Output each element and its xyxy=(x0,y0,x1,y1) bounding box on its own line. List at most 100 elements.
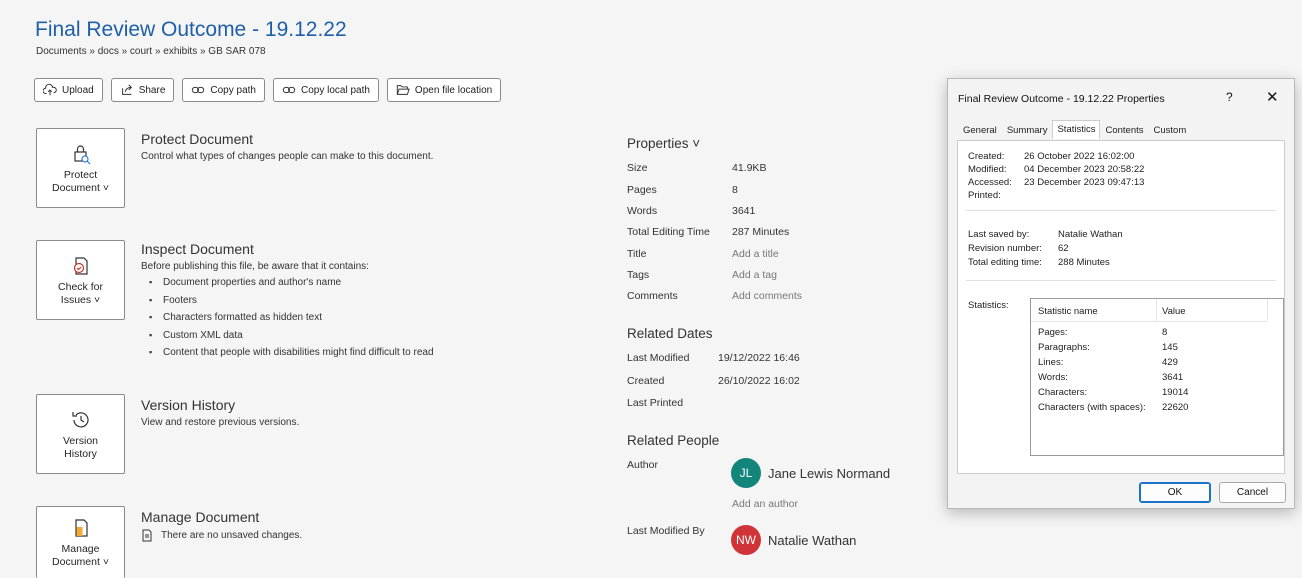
modifier-name[interactable]: Natalie Wathan xyxy=(768,533,856,548)
lock-document-icon xyxy=(73,144,90,164)
statistics-label: Statistics: xyxy=(968,300,1009,311)
manage-document-button[interactable]: Manage Document ˅ xyxy=(36,506,125,578)
stat-value: 145 xyxy=(1162,342,1178,353)
tile-label-line2: Issues ˅ xyxy=(60,293,101,306)
accessed-value: 23 December 2023 09:47:13 xyxy=(1024,177,1145,188)
property-label: Size xyxy=(627,162,648,174)
property-label: Words xyxy=(627,205,658,217)
tile-label-line2: Document ˅ xyxy=(52,556,109,568)
date-value: 19/12/2022 16:46 xyxy=(718,352,800,364)
property-label: Tags xyxy=(627,269,650,281)
stat-value: 8 xyxy=(1162,327,1168,338)
divider xyxy=(966,210,1276,211)
copy-local-path-label: Copy local path xyxy=(300,84,370,96)
add-author-link[interactable]: Add an author xyxy=(732,498,798,510)
tile-label-line1: Manage xyxy=(61,543,100,555)
share-button[interactable]: Share xyxy=(110,78,175,102)
stat-name: Pages: xyxy=(1038,327,1068,338)
manage-document-icon xyxy=(74,519,88,537)
section-heading: Inspect Document xyxy=(141,241,254,257)
property-value: 3641 xyxy=(732,205,756,217)
check-for-issues-button[interactable]: Check for Issues ˅ xyxy=(36,240,125,320)
author-label: Author xyxy=(627,459,658,471)
close-icon[interactable]: ✕ xyxy=(1266,88,1279,106)
tab-custom[interactable]: Custom xyxy=(1149,121,1192,140)
property-label: Total Editing Time xyxy=(627,226,710,238)
revision-label: Revision number: xyxy=(968,243,1042,254)
editing-time-value: 288 Minutes xyxy=(1058,257,1110,268)
comments-field[interactable]: Add comments xyxy=(732,290,802,302)
share-label: Share xyxy=(138,84,166,96)
cloud-upload-icon xyxy=(43,83,57,96)
protect-document-section: Protect Document Control what types of c… xyxy=(141,131,433,162)
dialog-tabs: General Summary Statistics Contents Cust… xyxy=(958,120,1192,140)
column-header-value[interactable]: Value xyxy=(1162,306,1186,317)
ok-button[interactable]: OK xyxy=(1139,482,1211,503)
inspect-document-section: Inspect Document Before publishing this … xyxy=(141,241,434,362)
open-file-location-label: Open file location xyxy=(414,84,493,96)
tab-summary[interactable]: Summary xyxy=(1002,121,1053,140)
tile-label-line2: Document ˅ xyxy=(52,181,109,194)
date-label: Last Modified xyxy=(627,352,690,364)
stat-name: Lines: xyxy=(1038,357,1064,368)
section-heading: Version History xyxy=(141,397,236,413)
created-value: 26 October 2022 16:02:00 xyxy=(1024,151,1135,162)
property-value: 287 Minutes xyxy=(732,226,790,238)
unsaved-changes-icon xyxy=(142,529,152,542)
column-divider xyxy=(1267,299,1268,321)
link-icon xyxy=(192,86,205,94)
related-people-heading: Related People xyxy=(627,433,720,448)
last-saved-by-label: Last saved by: xyxy=(968,229,1030,240)
help-button[interactable]: ? xyxy=(1226,90,1233,104)
tab-contents[interactable]: Contents xyxy=(1100,121,1148,140)
stat-name: Characters (with spaces): xyxy=(1038,402,1146,413)
list-item: Custom XML data xyxy=(149,327,434,345)
tags-field[interactable]: Add a tag xyxy=(732,269,777,281)
statistics-table-header: Statistic name Value xyxy=(1031,299,1268,322)
manage-status-text: There are no unsaved changes. xyxy=(161,530,303,541)
page-title: Final Review Outcome - 19.12.22 xyxy=(35,18,347,41)
property-value: 41.9KB xyxy=(732,162,767,174)
copy-path-label: Copy path xyxy=(210,84,256,96)
open-file-location-button[interactable]: Open file location xyxy=(386,78,502,102)
cancel-button[interactable]: Cancel xyxy=(1219,482,1286,503)
accessed-label: Accessed: xyxy=(968,177,1012,188)
upload-button[interactable]: Upload xyxy=(34,78,103,102)
revision-value: 62 xyxy=(1058,243,1069,254)
editing-time-label: Total editing time: xyxy=(968,257,1042,268)
stat-name: Paragraphs: xyxy=(1038,342,1090,353)
modified-label: Modified: xyxy=(968,164,1007,175)
section-description: Control what types of changes people can… xyxy=(141,151,434,162)
tile-label-line2: History xyxy=(64,447,97,460)
date-value: 26/10/2022 16:02 xyxy=(718,375,800,387)
list-item: Document properties and author's name xyxy=(149,274,434,292)
statistics-panel: Created: 26 October 2022 16:02:00 Modifi… xyxy=(957,140,1285,474)
version-history-button[interactable]: Version History xyxy=(36,394,125,474)
dialog-title: Final Review Outcome - 19.12.22 Properti… xyxy=(958,93,1165,105)
avatar: NW xyxy=(731,525,761,555)
tab-general[interactable]: General xyxy=(958,121,1002,140)
date-label: Last Printed xyxy=(627,397,684,409)
section-heading: Manage Document xyxy=(141,509,260,525)
property-value: 8 xyxy=(732,184,738,196)
breadcrumb[interactable]: Documents » docs » court » exhibits » GB… xyxy=(36,46,266,57)
protect-document-button[interactable]: Protect Document ˅ xyxy=(36,128,125,208)
title-field[interactable]: Add a title xyxy=(732,248,779,260)
properties-heading[interactable]: Properties ˅ xyxy=(627,136,700,151)
version-history-section: Version History View and restore previou… xyxy=(141,397,299,428)
stat-value: 22620 xyxy=(1162,402,1189,413)
modified-value: 04 December 2023 20:58:22 xyxy=(1024,164,1145,175)
copy-local-path-button[interactable]: Copy local path xyxy=(272,78,379,102)
share-icon xyxy=(121,84,132,95)
section-description: Before publishing this file, be aware th… xyxy=(141,261,369,272)
author-name[interactable]: Jane Lewis Normand xyxy=(768,466,890,481)
divider xyxy=(966,280,1276,281)
created-label: Created: xyxy=(968,151,1005,162)
statistics-table[interactable]: Statistic name Value Pages: 8 Paragraphs… xyxy=(1030,298,1284,456)
copy-path-button[interactable]: Copy path xyxy=(182,78,265,102)
column-header-name[interactable]: Statistic name xyxy=(1038,306,1098,317)
date-label: Created xyxy=(627,375,665,387)
tab-statistics[interactable]: Statistics xyxy=(1052,120,1101,139)
list-item: Characters formatted as hidden text xyxy=(149,309,434,327)
stat-value: 3641 xyxy=(1162,372,1184,383)
